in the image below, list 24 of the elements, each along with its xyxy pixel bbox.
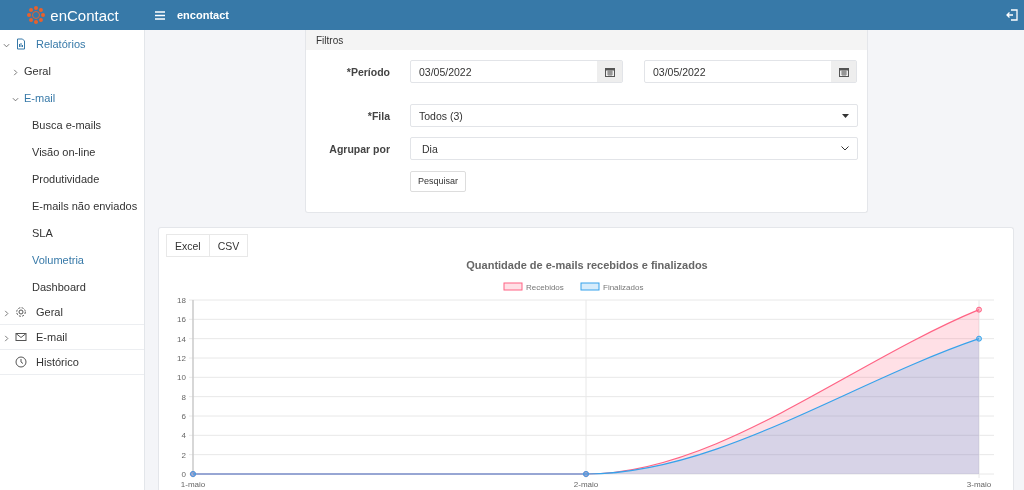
legend-label: Finalizados xyxy=(603,283,644,292)
chart-title: Quantidade de e-mails recebidos e finalizados xyxy=(466,259,708,271)
axis-tick-label: 18 xyxy=(177,296,186,305)
axis-tick-label: 10 xyxy=(177,373,186,383)
axis-tick-label: 16 xyxy=(177,315,186,325)
axis-tick-label: 8 xyxy=(181,392,186,402)
axis-tick-label: 14 xyxy=(177,334,186,344)
field-label: *Período xyxy=(345,65,390,78)
legend-label: Recebidos xyxy=(526,283,564,292)
field-label: Agrupar por xyxy=(328,142,390,155)
legend-item: Recebidos xyxy=(503,282,564,292)
axis-tick-label: 0 xyxy=(181,470,186,479)
legend-item: Finalizados xyxy=(580,282,644,292)
app-title: encontact xyxy=(177,9,230,21)
axis-tick-label: 4 xyxy=(181,431,186,441)
brand-name: enContact xyxy=(50,6,119,24)
panel-title: Filtros xyxy=(306,30,867,50)
axis-tick-label: 6 xyxy=(181,412,186,421)
axis-tick-label: 1-maio xyxy=(180,480,206,489)
axis-tick-label: 3-maio xyxy=(966,480,992,489)
axis-tick-label: 2-maio xyxy=(573,480,599,489)
axis-tick-label: 12 xyxy=(177,354,186,363)
field-label: *Fila xyxy=(366,109,390,122)
axis-tick-label: 2 xyxy=(181,450,186,460)
